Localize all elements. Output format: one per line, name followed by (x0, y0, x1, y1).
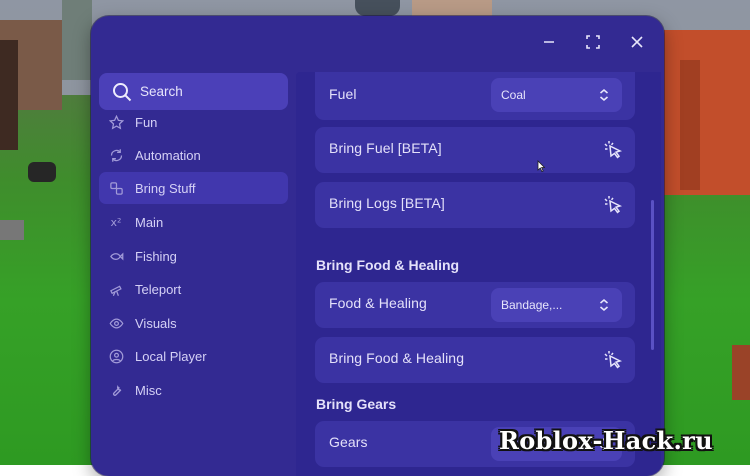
sky-top-object (355, 0, 400, 16)
sidebar-item-label: Main (135, 214, 164, 230)
watermark: Roblox-Hack.ru (499, 426, 713, 455)
fuel-value: Coal (501, 88, 526, 102)
click-pointer-icon[interactable] (601, 140, 623, 160)
maximize-button[interactable] (583, 32, 603, 52)
food-healing-value: Bandage,... (501, 298, 563, 312)
sky-tree (62, 0, 92, 80)
refresh-icon (108, 147, 124, 163)
sidebar-item-label: Fun (135, 114, 158, 130)
search-icon (113, 82, 132, 101)
x-squared-icon: x² (110, 215, 122, 229)
bring-icon (108, 180, 124, 196)
minimize-button[interactable] (539, 32, 559, 52)
rock (28, 162, 56, 182)
bring-food-row[interactable]: Bring Food & Healing (315, 337, 635, 383)
sidebar-item-misc[interactable]: Misc (99, 374, 288, 406)
bring-logs-row[interactable]: Bring Logs [BETA] (315, 182, 635, 228)
content-panel: Fuel Coal Bring Fuel [BETA] Bring Logs [… (296, 72, 661, 476)
sidebar: Search Fun Automation Bring Stuff x² Mai… (99, 72, 289, 472)
sidebar-item-visuals[interactable]: Visuals (99, 307, 288, 339)
mouse-cursor-icon (537, 160, 545, 172)
fence-shade (680, 60, 700, 190)
bring-fuel-label: Bring Fuel [BETA] (329, 140, 442, 156)
sidebar-item-label: Automation (135, 147, 201, 163)
food-healing-dropdown[interactable]: Bandage,... (491, 288, 622, 322)
sidebar-item-label: Visuals (135, 315, 177, 331)
chevron-updown-icon (599, 298, 609, 312)
minimize-icon (544, 41, 554, 43)
gray-block (0, 220, 24, 240)
fuel-dropdown-row: Fuel Coal (315, 72, 635, 120)
close-icon (631, 36, 643, 48)
eye-icon (108, 315, 124, 331)
fuel-dropdown[interactable]: Coal (491, 78, 622, 112)
tree-trunk (0, 40, 18, 150)
post (732, 345, 750, 400)
food-dropdown-row: Food & Healing Bandage,... (315, 282, 635, 328)
search-box[interactable]: Search (99, 73, 288, 110)
food-healing-label: Food & Healing (329, 295, 427, 311)
bring-fuel-row[interactable]: Bring Fuel [BETA] (315, 127, 635, 173)
sidebar-item-label: Local Player (135, 348, 207, 364)
section-title-food: Bring Food & Healing (316, 257, 460, 273)
click-pointer-icon[interactable] (601, 350, 623, 370)
user-icon (108, 348, 124, 364)
sidebar-item-label: Teleport (135, 281, 182, 297)
gears-label: Gears (329, 434, 368, 450)
wooden-fence (664, 30, 750, 195)
fish-icon (108, 248, 124, 264)
section-title-gears: Bring Gears (316, 396, 397, 412)
sidebar-item-teleport[interactable]: Teleport (99, 273, 288, 305)
sidebar-item-label: Bring Stuff (135, 180, 196, 196)
chevron-updown-icon (599, 88, 609, 102)
sidebar-item-label: Misc (135, 382, 162, 398)
click-pointer-icon[interactable] (601, 195, 623, 215)
close-button[interactable] (627, 32, 647, 52)
sky-top-crate (412, 0, 492, 16)
bring-logs-label: Bring Logs [BETA] (329, 195, 445, 211)
scrollbar[interactable] (651, 200, 654, 350)
search-label: Search (140, 84, 183, 99)
sidebar-item-fun[interactable]: Fun (99, 106, 288, 138)
sidebar-item-label: Fishing (135, 248, 177, 264)
wrench-icon (108, 382, 124, 398)
telescope-icon (108, 281, 124, 297)
maximize-icon (586, 35, 600, 49)
fuel-label: Fuel (329, 86, 357, 102)
sidebar-item-main[interactable]: x² Main (99, 206, 288, 238)
sidebar-item-local-player[interactable]: Local Player (99, 340, 288, 372)
sidebar-item-fishing[interactable]: Fishing (99, 240, 288, 272)
script-hub-window: Search Fun Automation Bring Stuff x² Mai… (91, 16, 664, 476)
sidebar-item-bring-stuff[interactable]: Bring Stuff (99, 172, 288, 204)
bring-food-label: Bring Food & Healing (329, 350, 465, 366)
star-icon (108, 114, 124, 130)
sidebar-item-automation[interactable]: Automation (99, 139, 288, 171)
